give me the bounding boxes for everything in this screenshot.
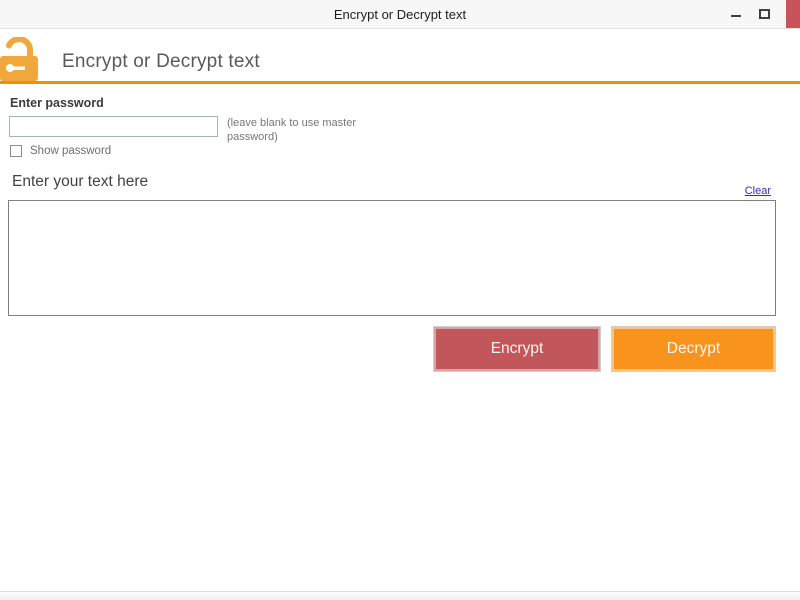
enter-text-label: Enter your text here [12,173,149,190]
close-button[interactable] [786,0,800,28]
show-password-row[interactable]: Show password [10,144,111,158]
window-bottom-edge [0,591,800,600]
clear-link[interactable]: Clear [745,185,771,197]
window-title: Encrypt or Decrypt text [333,6,467,22]
maximize-button[interactable] [752,0,776,28]
title-bar: Encrypt or Decrypt text [0,0,800,29]
text-input-area[interactable] [8,200,776,316]
password-hint: (leave blank to use master password) [227,117,357,143]
enter-password-label: Enter password [10,96,104,110]
password-input[interactable] [9,116,218,137]
open-padlock-icon [0,37,46,83]
maximize-icon [758,9,770,19]
decrypt-button[interactable]: Decrypt [611,326,776,372]
encrypt-button[interactable]: Encrypt [433,326,601,372]
app-header: Encrypt or Decrypt text [0,29,800,84]
show-password-checkbox[interactable] [10,145,22,157]
page-title: Encrypt or Decrypt text [62,51,260,72]
minimize-icon [731,15,741,17]
minimize-button[interactable] [724,0,748,28]
show-password-label: Show password [30,145,112,157]
